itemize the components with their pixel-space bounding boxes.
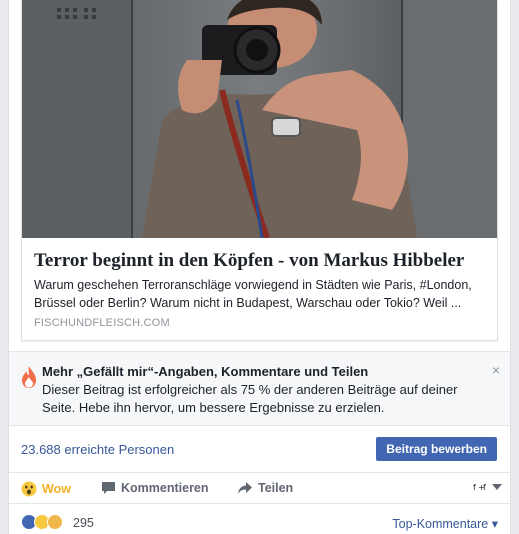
reactions-summary: 295 Top-Kommentare ▾ <box>9 505 510 534</box>
post-card: Terror beginnt in den Köpfen - von Marku… <box>8 0 511 534</box>
comment-icon <box>102 482 115 494</box>
wow-icon <box>21 481 37 497</box>
reaction-icons[interactable] <box>21 514 63 530</box>
close-icon[interactable]: × <box>492 362 500 378</box>
chevron-down-icon <box>492 484 502 490</box>
top-comments-dropdown[interactable]: Top-Kommentare ▾ <box>392 516 498 531</box>
link-title[interactable]: Terror beginnt in den Köpfen - von Marku… <box>34 250 489 272</box>
reaction-count[interactable]: 295 <box>73 516 94 530</box>
wow-reaction-button[interactable]: Wow <box>21 481 71 497</box>
share-button[interactable]: Teilen <box>237 481 293 495</box>
boost-suggestion-text: Dieser Beitrag ist erfolgreicher als 75 … <box>42 382 458 415</box>
comment-button[interactable]: Kommentieren <box>101 481 209 495</box>
sad-reaction-icon <box>47 514 63 530</box>
share-label: Teilen <box>258 481 294 495</box>
article-photo[interactable] <box>22 0 497 238</box>
fire-icon <box>22 366 36 388</box>
photo-image <box>22 0 497 238</box>
boost-suggestion: Mehr „Gefällt mir“-Angaben, Kommentare u… <box>9 351 510 426</box>
share-icon <box>238 482 252 494</box>
reach-row: 23.688 erreichte Personen Beitrag bewerb… <box>9 427 510 473</box>
people-reached-link[interactable]: 23.688 erreichte Personen <box>21 442 174 457</box>
svg-text:f: f <box>473 483 476 492</box>
link-description: Warum geschehen Terroranschläge vorwiege… <box>34 278 472 310</box>
link-domain: FISCHUNDFLEISCH.COM <box>34 317 170 329</box>
boost-suggestion-title: Mehr „Gefällt mir“-Angaben, Kommentare u… <box>42 364 369 379</box>
top-comments-label: Top-Kommentare <box>392 517 489 531</box>
comment-label: Kommentieren <box>121 481 209 495</box>
link-preview[interactable]: Terror beginnt in den Köpfen - von Marku… <box>21 0 498 341</box>
audience-selector[interactable]: f + f <box>473 480 502 494</box>
post-actions: Wow Kommentieren Teilen f + f <box>9 474 510 504</box>
wow-label: Wow <box>42 482 71 496</box>
boost-post-button[interactable]: Beitrag bewerben <box>376 437 497 461</box>
svg-text:f: f <box>483 483 486 492</box>
page-avatar-icon: f + f <box>473 483 486 492</box>
